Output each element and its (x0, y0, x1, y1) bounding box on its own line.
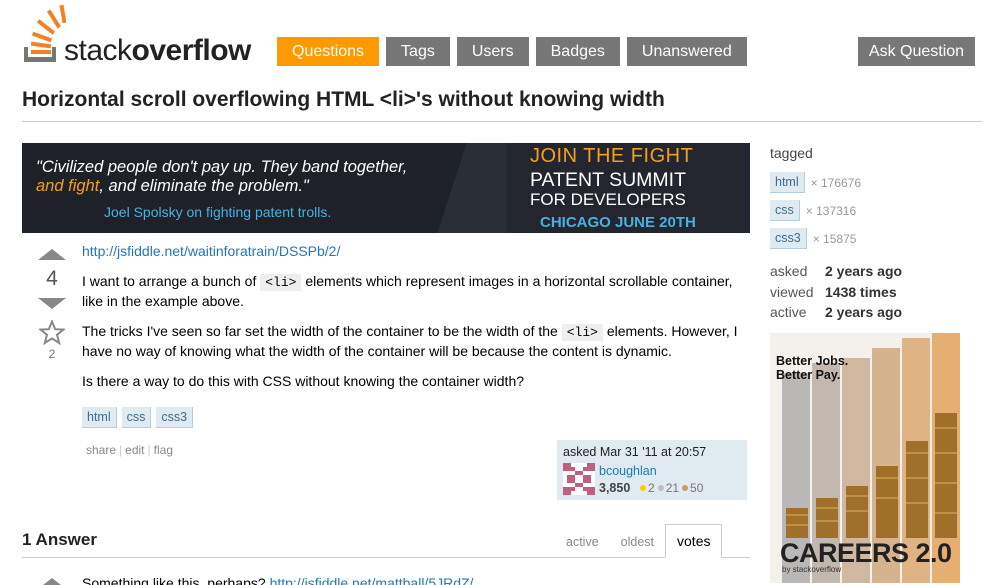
sidebar: tagged html × 176676 css × 137316 css3 ×… (770, 145, 982, 320)
nav-questions[interactable]: Questions (277, 37, 380, 66)
banner-patent: PATENT SUMMIT (530, 169, 686, 191)
tab-oldest[interactable]: oldest (610, 524, 665, 557)
site-logo[interactable]: stackoverflow (22, 3, 267, 67)
vote-up-icon[interactable] (38, 249, 66, 260)
nav-unanswered[interactable]: Unanswered (626, 37, 747, 66)
sidebar-tag-row: css × 137316 (770, 200, 856, 221)
careers-byline: by stackoverflow (782, 565, 842, 574)
stat-asked: asked 2 years ago (770, 263, 903, 279)
sidebar-tag-row: html × 176676 (770, 172, 861, 193)
banner-quote: "Civilized people don't pay up. They ban… (36, 158, 408, 195)
answer-body: Something like this, perhaps? http://jsf… (82, 575, 473, 585)
stackoverflow-logo-icon (24, 4, 66, 62)
question-title[interactable]: Horizontal scroll overflowing HTML <li>'… (22, 88, 665, 112)
title-divider (22, 121, 982, 122)
flag-link[interactable]: flag (154, 443, 173, 457)
post-paragraph: The tricks I've seen so far set the widt… (82, 323, 738, 359)
ask-question-button[interactable]: Ask Question (858, 37, 975, 66)
question-body: http://jsfiddle.net/waitinforatrain/DSSP… (82, 242, 747, 402)
careers-headline: Better Jobs. Better Pay. (776, 354, 849, 382)
silver-badge-icon (657, 485, 664, 492)
logo-wordmark: stackoverflow (64, 34, 251, 67)
careers-ad[interactable]: Better Jobs. Better Pay. CAREERS 2.0 by s… (770, 333, 960, 583)
answer-vote-up-icon[interactable] (38, 578, 66, 585)
nav-badges[interactable]: Badges (535, 37, 620, 66)
vote-count: 4 (46, 267, 58, 290)
tagged-label: tagged (770, 145, 813, 161)
post-paragraph: I want to arrange a bunch of <li> elemen… (82, 273, 733, 309)
banner-date: CHICAGO JUNE 20TH (540, 214, 696, 231)
gold-badge-icon (640, 485, 646, 492)
post-menu: share | edit | flag (86, 443, 173, 457)
nav-users[interactable]: Users (456, 37, 529, 66)
favorite-star-icon[interactable] (39, 320, 65, 345)
edit-link[interactable]: edit (125, 443, 144, 457)
owner-card: asked Mar 31 '11 at 20:57 bcoughlan 3,85… (557, 440, 747, 500)
answer-sort-tabs: active oldest votes (555, 524, 723, 558)
bronze-badge-icon (682, 485, 689, 492)
favorite-count: 2 (48, 347, 56, 361)
tab-active[interactable]: active (555, 524, 610, 557)
tag-count: × 15875 (812, 231, 857, 246)
main-nav: Questions Tags Users Badges Unanswered (277, 37, 747, 66)
owner-reputation: 3,850 (599, 481, 631, 495)
vote-down-icon[interactable] (38, 298, 66, 309)
tab-votes[interactable]: votes (665, 524, 723, 558)
owner-badges: 2 21 50 (637, 481, 703, 495)
answers-divider (22, 557, 750, 558)
answers-count-title: 1 Answer (22, 530, 97, 549)
jsfiddle-link[interactable]: http://jsfiddle.net/waitinforatrain/DSSP… (82, 243, 340, 259)
tag-css[interactable]: css (121, 407, 152, 428)
asked-timestamp: asked Mar 31 '11 at 20:57 (563, 445, 707, 459)
sidebar-tag-css3[interactable]: css3 (770, 228, 807, 249)
sidebar-tag-css[interactable]: css (770, 200, 800, 221)
nav-tags[interactable]: Tags (386, 37, 450, 66)
post-paragraph: Is there a way to do this with CSS witho… (82, 373, 525, 389)
tag-css3[interactable]: css3 (156, 407, 194, 428)
patent-summit-banner[interactable]: "Civilized people don't pay up. They ban… (22, 143, 750, 233)
share-link[interactable]: share (86, 443, 116, 457)
answer-jsfiddle-link[interactable]: http://jsfiddle.net/mattball/5JRdZ/ (270, 575, 474, 585)
tag-count: × 137316 (805, 203, 857, 218)
tag-html[interactable]: html (82, 407, 117, 428)
question-tags: html css css3 (82, 407, 194, 428)
owner-name-link[interactable]: bcoughlan (599, 464, 657, 478)
banner-join: JOIN THE FIGHT (530, 145, 694, 167)
stat-viewed: viewed 1438 times (770, 284, 897, 300)
sidebar-tag-html[interactable]: html (770, 172, 805, 193)
avatar[interactable] (563, 463, 595, 495)
sidebar-tag-row: css3 × 15875 (770, 228, 856, 249)
banner-fordev: FOR DEVELOPERS (530, 190, 686, 209)
banner-attribution: Joel Spolsky on fighting patent trolls. (104, 204, 332, 220)
tag-count: × 176676 (810, 175, 862, 190)
stat-active: active 2 years ago (770, 304, 903, 320)
